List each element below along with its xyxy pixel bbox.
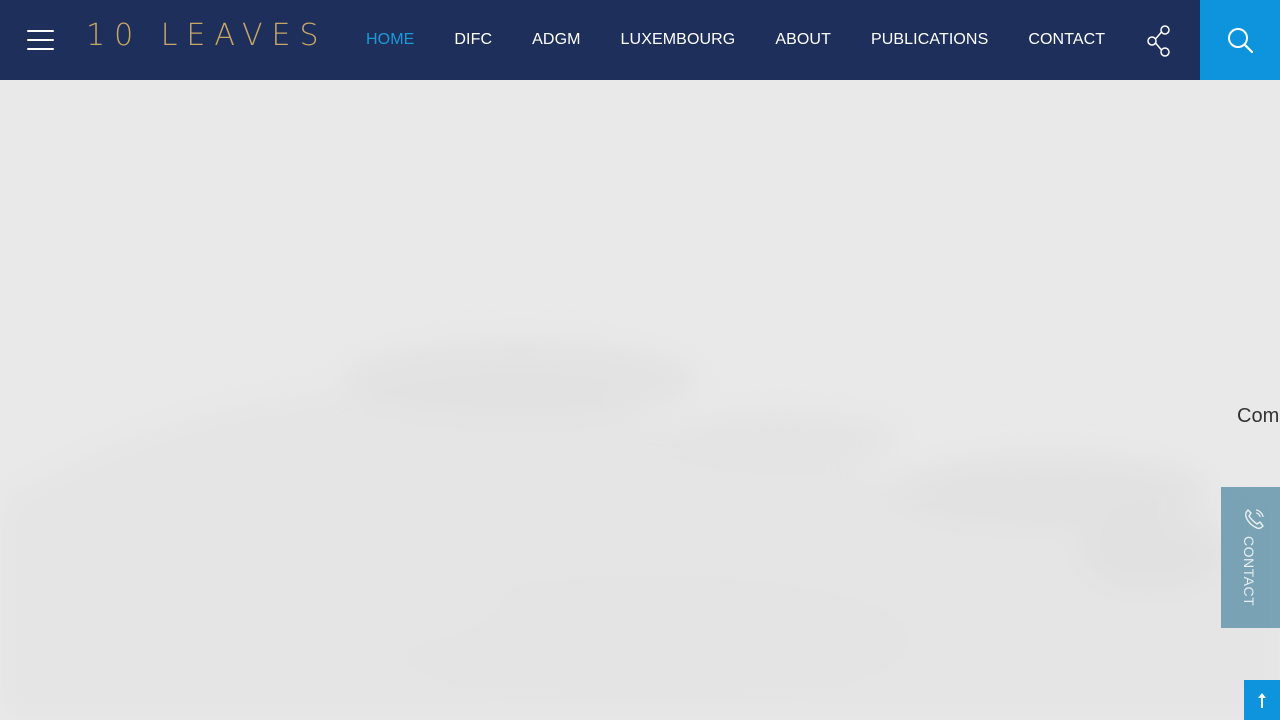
main-nav: HOME DIFC ADGM LUXEMBOURG ABOUT PUBLICAT… [366,0,1145,80]
nav-about[interactable]: ABOUT [775,31,831,49]
nav-difc[interactable]: DIFC [454,31,492,49]
hero-headline-partial: Com [1237,405,1280,427]
hero-background-image [0,340,1280,720]
phone-icon [1244,509,1264,530]
hero-section: Com [0,80,1280,720]
back-to-top-button[interactable] [1244,680,1280,720]
site-header: 10 LEAVES HOME DIFC ADGM LUXEMBOURG ABOU… [0,0,1280,80]
nav-publications[interactable]: PUBLICATIONS [871,31,988,49]
arrow-up-icon [1258,693,1266,708]
share-icon[interactable] [1146,24,1174,58]
hamburger-menu-icon[interactable] [27,29,54,51]
nav-luxembourg[interactable]: LUXEMBOURG [621,31,736,49]
nav-home[interactable]: HOME [366,31,414,49]
nav-contact[interactable]: CONTACT [1028,31,1105,49]
nav-adgm[interactable]: ADGM [532,31,580,49]
logo-wordmark: 10 LEAVES [86,17,328,53]
search-icon [1228,28,1254,54]
contact-tab-label: CONTACT [1241,536,1257,607]
site-logo[interactable]: 10 LEAVES [86,16,322,62]
search-button[interactable] [1200,0,1280,80]
contact-side-tab[interactable]: CONTACT [1221,487,1280,628]
